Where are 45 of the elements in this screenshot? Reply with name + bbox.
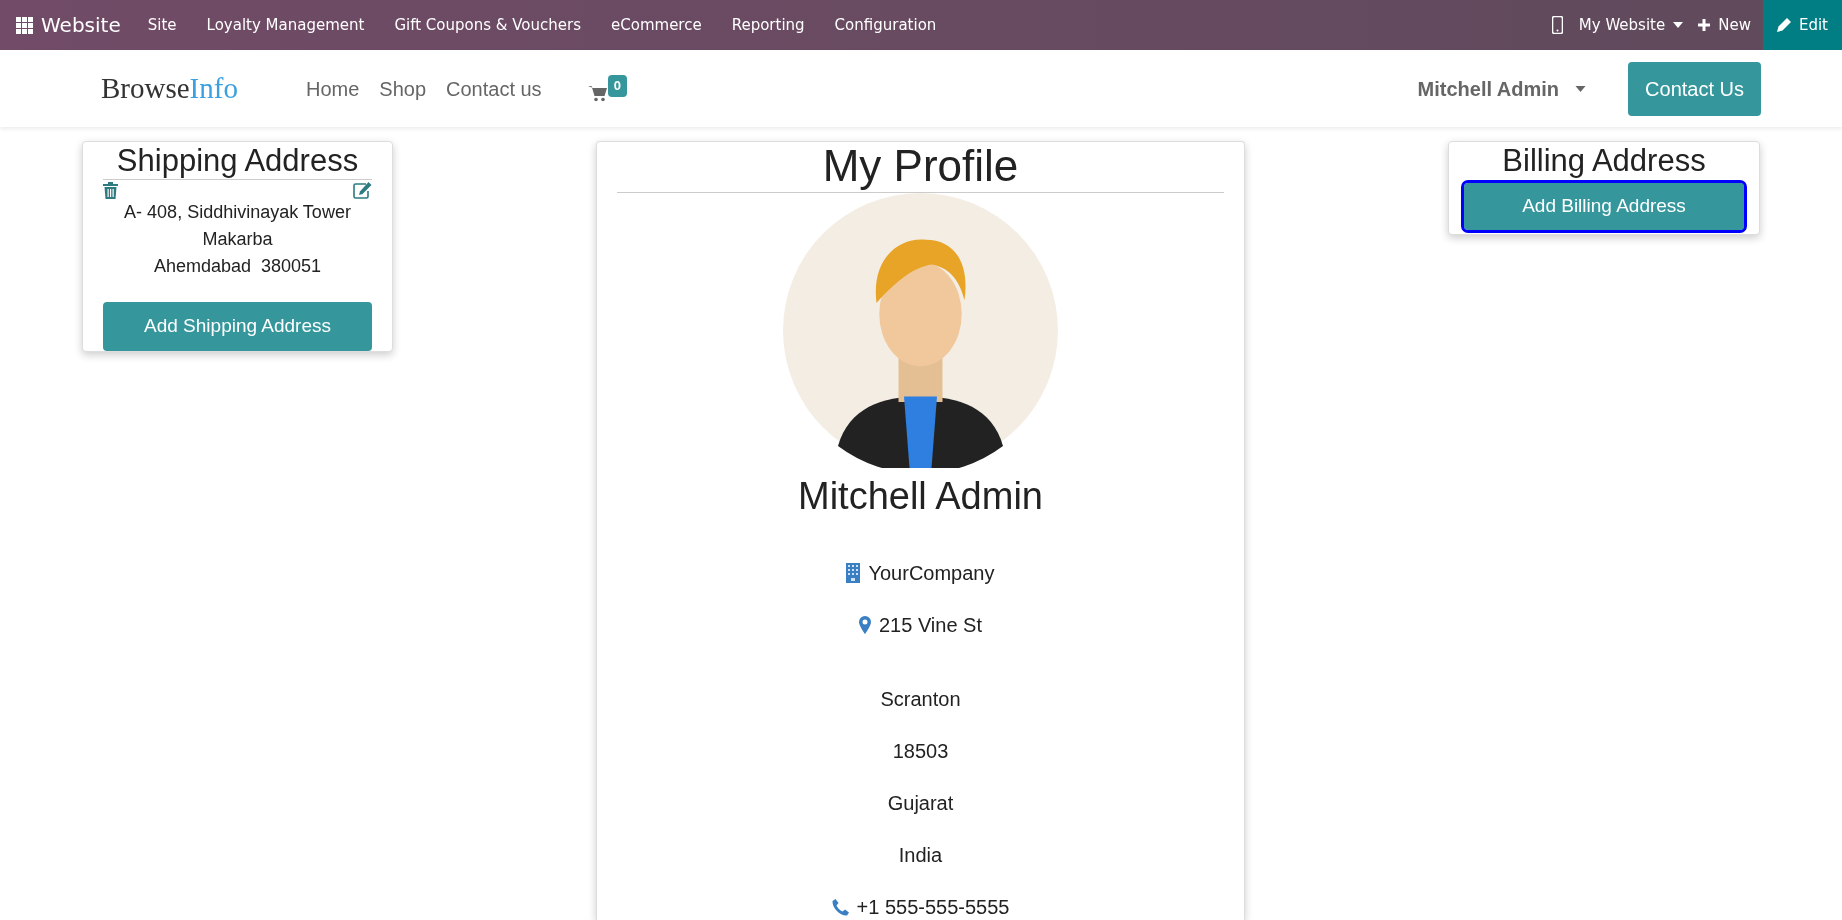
user-menu[interactable]: Mitchell Admin	[1417, 73, 1587, 104]
nav-link[interactable]: Shop	[369, 73, 436, 104]
pencil-icon	[1776, 18, 1791, 32]
menu-item[interactable]: Reporting	[716, 13, 820, 37]
trash-icon	[103, 182, 118, 200]
nav-link[interactable]: Home	[295, 73, 370, 104]
new-label: New	[1718, 14, 1751, 36]
card-title: Shipping Address	[115, 142, 360, 180]
plus-icon	[1698, 19, 1711, 31]
address-line: Makarba	[201, 228, 274, 252]
address-detail: Scranton	[880, 687, 961, 713]
phone-icon	[831, 898, 849, 916]
apps-grid-icon	[16, 16, 33, 34]
edit-button[interactable]: Edit	[1762, 0, 1842, 50]
address-detail: India	[898, 843, 943, 869]
street-address: 215 Vine St	[878, 613, 982, 639]
menu-item[interactable]: eCommerce	[596, 13, 717, 37]
address-detail: Gujarat	[887, 791, 954, 817]
cart-icon	[587, 85, 608, 102]
phone-icon	[1551, 16, 1563, 34]
company-name: YourCompany	[868, 561, 995, 587]
menu-item[interactable]: Configuration	[819, 13, 952, 37]
profile-title: My Profile	[617, 142, 1224, 194]
address-line: A- 408, Siddhivinayak Tower	[123, 201, 352, 225]
menu-item[interactable]: Site	[132, 13, 192, 37]
caret-icon	[1673, 22, 1684, 28]
app-name[interactable]: Website	[33, 10, 133, 40]
user-name: Mitchell Admin	[1417, 76, 1560, 102]
new-button[interactable]: New	[1698, 13, 1763, 37]
cart-count-badge: 0	[607, 75, 627, 97]
building-icon	[846, 563, 861, 584]
menu-item[interactable]: Loyalty Management	[191, 13, 380, 37]
website-dropdown[interactable]: My Website	[1578, 13, 1699, 37]
nav-link[interactable]: Contact us	[436, 73, 552, 104]
edit-icon	[353, 182, 372, 200]
phone-number: +1 555-555-5555	[856, 895, 1010, 920]
card-title: Billing Address	[1501, 142, 1707, 180]
address-line: Ahemdabad 380051	[152, 255, 323, 279]
profile-name: Mitchell Admin	[797, 474, 1044, 520]
address-detail: 18503	[892, 739, 949, 765]
map-pin-icon	[858, 616, 871, 635]
website-label: My Website	[1578, 14, 1666, 36]
menu-item[interactable]: Gift Coupons & Vouchers	[379, 13, 597, 37]
caret-icon	[1575, 85, 1587, 92]
site-logo[interactable]: BrowseInfo	[101, 66, 238, 111]
